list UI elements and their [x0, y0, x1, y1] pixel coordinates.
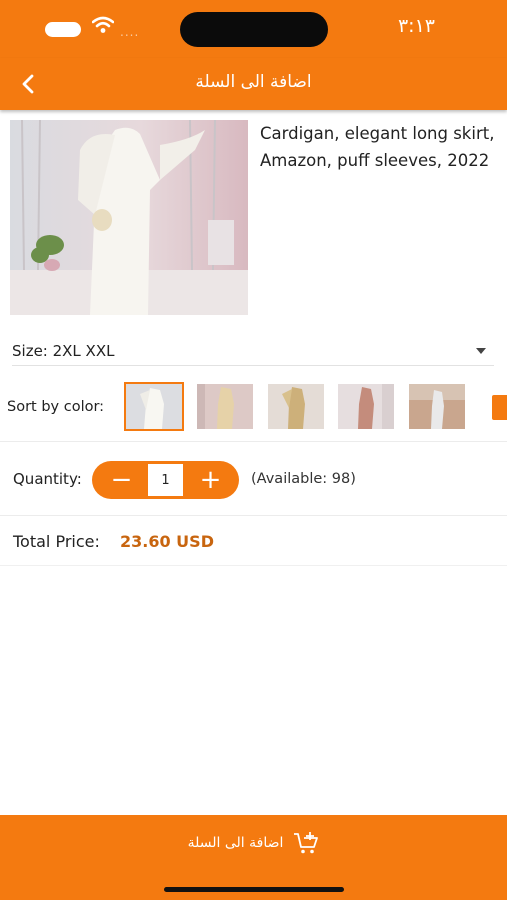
total-row: Total Price: 23.60 USD	[0, 516, 507, 566]
color-swatch-white[interactable]	[124, 382, 184, 431]
quantity-stepper: − 1 +	[92, 461, 239, 499]
back-button[interactable]	[14, 70, 42, 98]
color-swatch-beige[interactable]	[197, 384, 253, 429]
size-dropdown[interactable]: Size: 2XL XXL	[12, 338, 494, 366]
chevron-left-icon	[22, 74, 34, 94]
available-stock: (Available: 98)	[251, 471, 356, 487]
color-swatch-gold[interactable]	[268, 384, 324, 429]
color-swatch-grey[interactable]	[409, 384, 465, 429]
color-selector: Sort by color:	[0, 378, 507, 442]
total-price-value: 23.60 USD	[120, 532, 214, 551]
bottom-bar: اضافة الى السلة	[0, 815, 507, 900]
add-to-cart-button[interactable]: اضافة الى السلة	[0, 815, 507, 870]
quantity-input[interactable]: 1	[148, 464, 183, 496]
product-image	[10, 120, 248, 315]
quantity-label: Quantity:	[13, 470, 82, 488]
more-colors-button[interactable]	[492, 395, 507, 420]
quantity-row: Quantity: − 1 + (Available: 98)	[0, 444, 507, 516]
wifi-icon	[92, 16, 114, 33]
size-value: Size: 2XL XXL	[12, 342, 115, 360]
product-title: Cardigan, elegant long skirt, Amazon, pu…	[260, 124, 495, 170]
color-label: Sort by color:	[7, 399, 105, 415]
home-indicator	[164, 887, 344, 892]
status-time: ٣:١٣	[397, 15, 435, 37]
color-swatch-rose[interactable]	[338, 384, 394, 429]
increase-quantity-button[interactable]: +	[183, 461, 238, 499]
decrease-quantity-button[interactable]: −	[94, 461, 149, 499]
add-to-cart-label: اضافة الى السلة	[187, 834, 284, 851]
signal-indicator: ....	[120, 25, 140, 39]
camera-notch	[180, 12, 328, 47]
nav-bar: اضافة الى السلة	[0, 58, 507, 110]
page-title: اضافة الى السلة	[195, 72, 312, 92]
status-bar: .... ٣:١٣	[0, 0, 507, 58]
battery-icon	[45, 22, 81, 37]
cart-plus-icon	[294, 831, 319, 853]
total-price-label: Total Price:	[13, 532, 100, 551]
caret-down-icon	[476, 348, 486, 354]
